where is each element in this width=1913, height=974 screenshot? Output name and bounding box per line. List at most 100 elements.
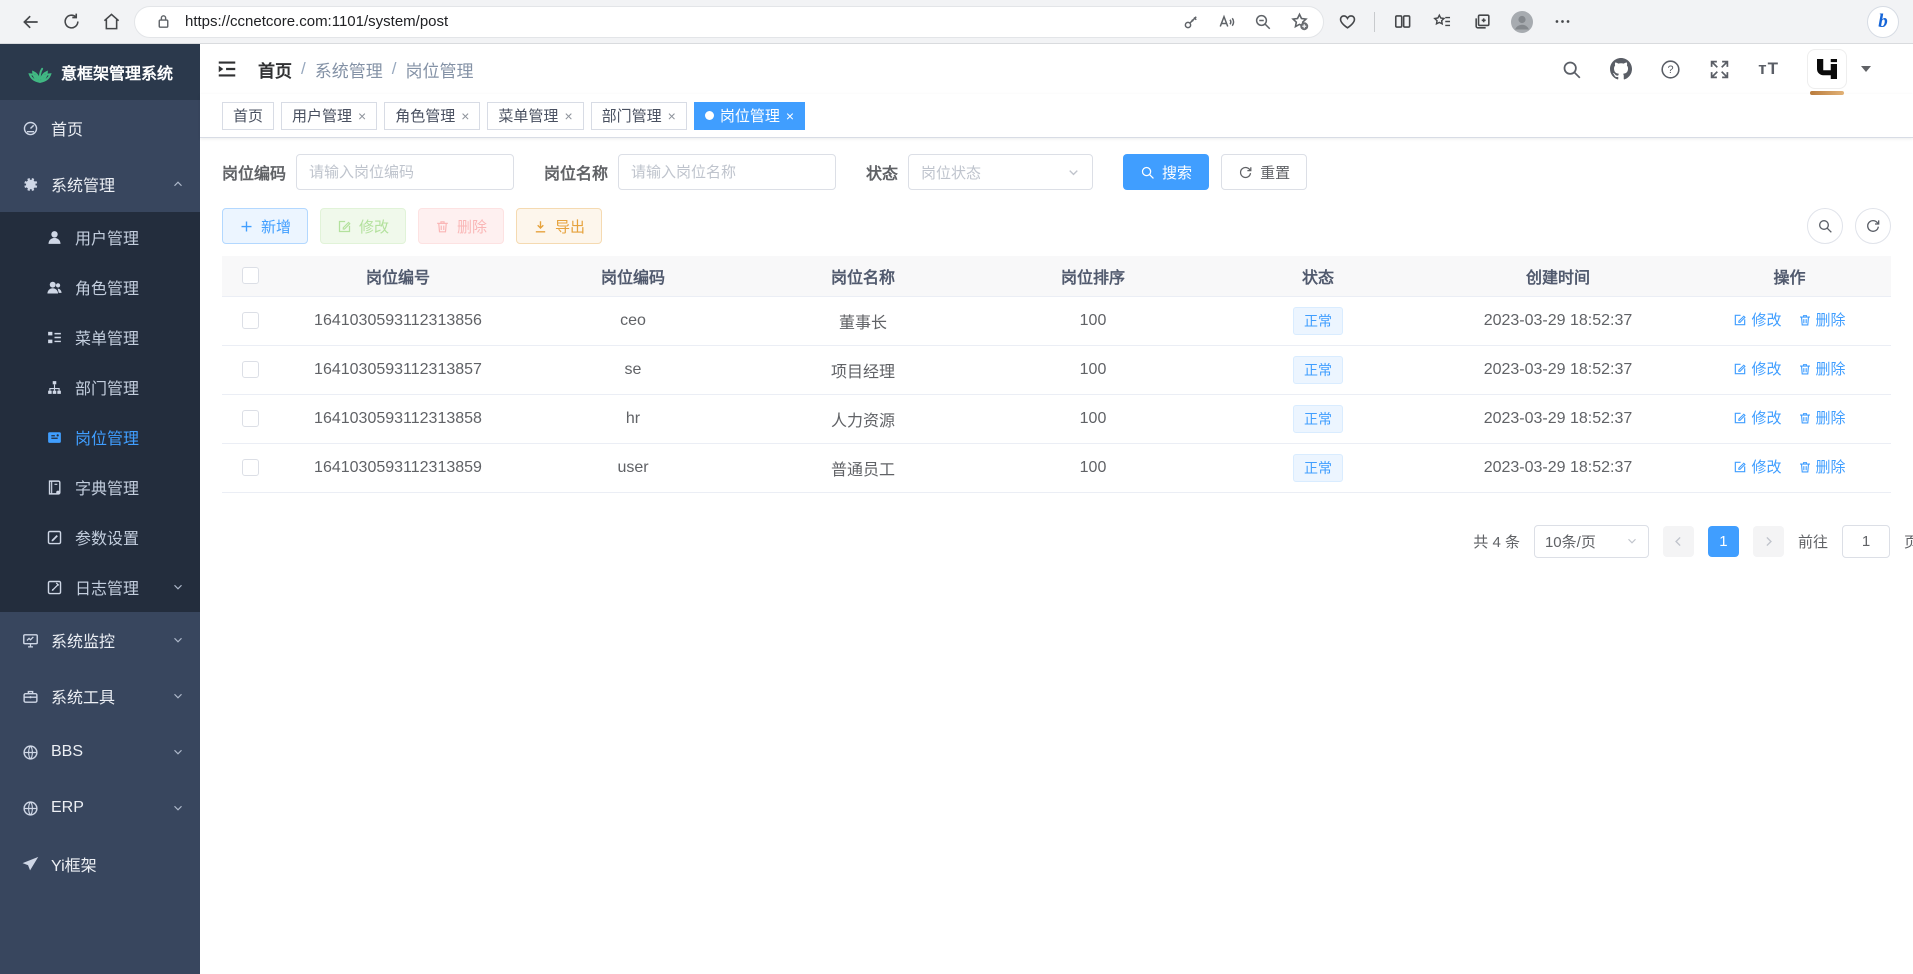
tab-role-mgmt[interactable]: 角色管理× xyxy=(384,102,480,130)
browser-essentials-icon[interactable] xyxy=(1330,5,1364,39)
cell-post-id: 1641030593112313856 xyxy=(278,296,518,345)
add-button[interactable]: 新增 xyxy=(222,208,308,244)
sidebar-item-param-settings[interactable]: 参数设置 xyxy=(0,512,200,562)
row-delete-link[interactable]: 删除 xyxy=(1798,358,1846,379)
address-bar[interactable]: https://ccnetcore.com:1101/system/post xyxy=(134,6,1324,38)
sidebar-item-label: 参数设置 xyxy=(75,525,139,549)
next-page-button[interactable] xyxy=(1753,526,1784,557)
browser-home-icon[interactable] xyxy=(94,5,128,39)
trash-icon xyxy=(435,219,450,234)
breadcrumb-system[interactable]: 系统管理 xyxy=(315,57,383,82)
sidebar-item-erp[interactable]: ERP xyxy=(0,780,200,836)
breadcrumb-separator: / xyxy=(301,59,306,79)
favorites-icon[interactable] xyxy=(1425,5,1459,39)
post-name-input[interactable] xyxy=(618,154,836,190)
tab-menu-mgmt[interactable]: 菜单管理 × xyxy=(487,102,583,130)
search-button[interactable]: 搜索 xyxy=(1123,154,1209,190)
sidebar-item-yi-framework[interactable]: Yi框架 xyxy=(0,836,200,892)
status-select[interactable]: 岗位状态 xyxy=(908,154,1093,190)
row-checkbox[interactable] xyxy=(242,312,259,329)
export-button[interactable]: 导出 xyxy=(516,208,602,244)
sidebar-item-system-tools[interactable]: 系统工具 xyxy=(0,668,200,724)
edit-button[interactable]: 修改 xyxy=(320,208,406,244)
breadcrumb-post: 岗位管理 xyxy=(405,57,473,82)
dashboard-icon xyxy=(22,120,39,137)
close-icon[interactable]: × xyxy=(786,108,794,124)
zoom-out-icon[interactable] xyxy=(1249,8,1277,36)
search-icon[interactable] xyxy=(1561,59,1582,80)
read-aloud-icon[interactable] xyxy=(1213,8,1241,36)
current-page-button[interactable]: 1 xyxy=(1708,526,1739,557)
row-delete-label: 删除 xyxy=(1816,309,1846,330)
browser-back-icon[interactable] xyxy=(14,5,48,39)
profile-avatar-icon[interactable] xyxy=(1505,5,1539,39)
sidebar-item-role-mgmt[interactable]: 角色管理 xyxy=(0,262,200,312)
sidebar-item-bbs[interactable]: BBS xyxy=(0,724,200,780)
toggle-search-button[interactable] xyxy=(1807,208,1843,244)
font-size-icon[interactable]: тT xyxy=(1758,59,1779,79)
help-icon[interactable] xyxy=(1660,59,1681,80)
fullscreen-icon[interactable] xyxy=(1709,59,1730,80)
row-delete-link[interactable]: 删除 xyxy=(1798,407,1846,428)
row-checkbox[interactable] xyxy=(242,410,259,427)
user-avatar[interactable] xyxy=(1807,49,1847,89)
prev-page-button[interactable] xyxy=(1663,526,1694,557)
split-screen-icon[interactable] xyxy=(1385,5,1419,39)
refresh-table-button[interactable] xyxy=(1855,208,1891,244)
sidebar-item-post-mgmt[interactable]: 岗位管理 xyxy=(0,412,200,462)
page-size-select[interactable]: 10条/页 xyxy=(1534,525,1649,558)
close-icon[interactable]: × xyxy=(564,108,572,124)
page-content: 岗位编码 岗位名称 状态 岗位状态 搜索 重置 xyxy=(200,138,1913,974)
post-code-input[interactable] xyxy=(296,154,514,190)
row-delete-link[interactable]: 删除 xyxy=(1798,309,1846,330)
sidebar-item-user-mgmt[interactable]: 用户管理 xyxy=(0,212,200,262)
edit-pen-icon xyxy=(1733,411,1747,425)
sidebar-item-system-mgmt[interactable]: 系统管理 xyxy=(0,156,200,212)
magnifier-icon xyxy=(1140,165,1155,180)
caret-down-icon[interactable] xyxy=(1861,66,1871,72)
tab-post-mgmt[interactable]: 岗位管理× xyxy=(694,102,805,130)
log-icon xyxy=(46,579,63,596)
url-text[interactable]: https://ccnetcore.com:1101/system/post xyxy=(185,13,1169,30)
row-edit-link[interactable]: 修改 xyxy=(1733,407,1781,428)
select-all-checkbox[interactable] xyxy=(242,267,259,284)
export-button-label: 导出 xyxy=(555,216,585,237)
password-key-icon[interactable] xyxy=(1177,8,1205,36)
more-options-icon[interactable] xyxy=(1545,5,1579,39)
cell-post-name: 人力资源 xyxy=(748,394,978,443)
cell-created: 2023-03-29 18:52:37 xyxy=(1428,394,1688,443)
sidebar-item-menu-mgmt[interactable]: 菜单管理 xyxy=(0,312,200,362)
row-edit-link[interactable]: 修改 xyxy=(1733,309,1781,330)
sidebar-item-system-monitor[interactable]: 系统监控 xyxy=(0,612,200,668)
add-favorite-icon[interactable] xyxy=(1285,8,1313,36)
collapse-sidebar-icon[interactable] xyxy=(216,58,238,80)
collections-icon[interactable] xyxy=(1465,5,1499,39)
row-checkbox[interactable] xyxy=(242,361,259,378)
close-icon[interactable]: × xyxy=(668,108,676,124)
row-edit-link[interactable]: 修改 xyxy=(1733,358,1781,379)
tab-label: 用户管理 xyxy=(292,105,352,126)
row-checkbox[interactable] xyxy=(242,459,259,476)
cell-post-id: 1641030593112313858 xyxy=(278,394,518,443)
close-icon[interactable]: × xyxy=(461,108,469,124)
sidebar-item-home[interactable]: 首页 xyxy=(0,100,200,156)
github-icon[interactable] xyxy=(1610,58,1632,80)
tab-user-mgmt[interactable]: 用户管理 × xyxy=(281,102,377,130)
row-delete-link[interactable]: 删除 xyxy=(1798,456,1846,477)
sidebar-item-log-mgmt[interactable]: 日志管理 xyxy=(0,562,200,612)
goto-page-input[interactable] xyxy=(1842,525,1890,558)
tab-label: 菜单管理 xyxy=(498,105,558,126)
tab-dept-mgmt[interactable]: 部门管理× xyxy=(591,102,687,130)
paper-plane-icon xyxy=(22,856,39,873)
sidebar-item-label: 岗位管理 xyxy=(75,425,139,449)
reset-button[interactable]: 重置 xyxy=(1221,154,1307,190)
sidebar-item-dept-mgmt[interactable]: 部门管理 xyxy=(0,362,200,412)
close-icon[interactable]: × xyxy=(358,108,366,124)
sidebar-item-dict-mgmt[interactable]: 字典管理 xyxy=(0,462,200,512)
delete-button[interactable]: 删除 xyxy=(418,208,504,244)
row-edit-link[interactable]: 修改 xyxy=(1733,456,1781,477)
browser-refresh-icon[interactable] xyxy=(54,5,88,39)
tab-home[interactable]: 首页 xyxy=(222,102,274,130)
breadcrumb-home[interactable]: 首页 xyxy=(258,57,292,82)
copilot-bing-icon[interactable]: b xyxy=(1867,6,1899,38)
